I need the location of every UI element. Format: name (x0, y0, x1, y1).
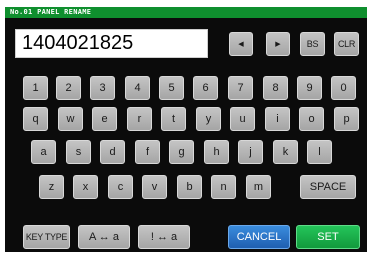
key-m[interactable]: m (246, 175, 271, 199)
arrow-left-icon: ◀ (238, 41, 244, 48)
arrow-right-icon: ▶ (275, 41, 281, 48)
key-9[interactable]: 9 (297, 76, 322, 100)
key-z[interactable]: z (39, 175, 64, 199)
key-x[interactable]: x (73, 175, 98, 199)
key-8[interactable]: 8 (263, 76, 288, 100)
key-type-button[interactable]: KEY TYPE (23, 225, 70, 249)
set-button[interactable]: SET (296, 225, 360, 249)
key-2[interactable]: 2 (56, 76, 81, 100)
key-w[interactable]: w (58, 107, 83, 131)
key-1[interactable]: 1 (23, 76, 48, 100)
key-3[interactable]: 3 (90, 76, 115, 100)
space-button[interactable]: SPACE (300, 175, 356, 199)
key-j[interactable]: j (238, 140, 263, 164)
key-y[interactable]: y (196, 107, 221, 131)
key-0[interactable]: 0 (331, 76, 356, 100)
key-f[interactable]: f (135, 140, 160, 164)
key-k[interactable]: k (273, 140, 298, 164)
key-q[interactable]: q (23, 107, 48, 131)
name-input[interactable]: 1404021825 (15, 29, 208, 58)
key-r[interactable]: r (127, 107, 152, 131)
cursor-left-button[interactable]: ◀ (229, 32, 253, 56)
key-p[interactable]: p (334, 107, 359, 131)
key-a[interactable]: a (31, 140, 56, 164)
key-h[interactable]: h (204, 140, 229, 164)
clear-button[interactable]: CLR (334, 32, 359, 56)
key-l[interactable]: l (307, 140, 332, 164)
key-g[interactable]: g (169, 140, 194, 164)
key-t[interactable]: t (161, 107, 186, 131)
key-u[interactable]: u (230, 107, 255, 131)
key-4[interactable]: 4 (125, 76, 150, 100)
key-v[interactable]: v (142, 175, 167, 199)
key-n[interactable]: n (211, 175, 236, 199)
key-s[interactable]: s (66, 140, 91, 164)
cancel-button[interactable]: CANCEL (228, 225, 290, 249)
key-5[interactable]: 5 (159, 76, 184, 100)
window-title: No.01 PANEL RENAME (5, 7, 367, 18)
case-toggle-button[interactable]: A ↔ a (78, 225, 130, 249)
key-i[interactable]: i (265, 107, 290, 131)
key-b[interactable]: b (177, 175, 202, 199)
panel-rename-screen: No.01 PANEL RENAME 1404021825 ◀ ▶ BS CLR… (0, 0, 372, 257)
cursor-right-button[interactable]: ▶ (266, 32, 290, 56)
key-c[interactable]: c (108, 175, 133, 199)
key-o[interactable]: o (299, 107, 324, 131)
key-6[interactable]: 6 (193, 76, 218, 100)
key-e[interactable]: e (92, 107, 117, 131)
symbol-toggle-button[interactable]: ! ↔ a (138, 225, 190, 249)
key-7[interactable]: 7 (228, 76, 253, 100)
backspace-button[interactable]: BS (300, 32, 325, 56)
key-d[interactable]: d (100, 140, 125, 164)
